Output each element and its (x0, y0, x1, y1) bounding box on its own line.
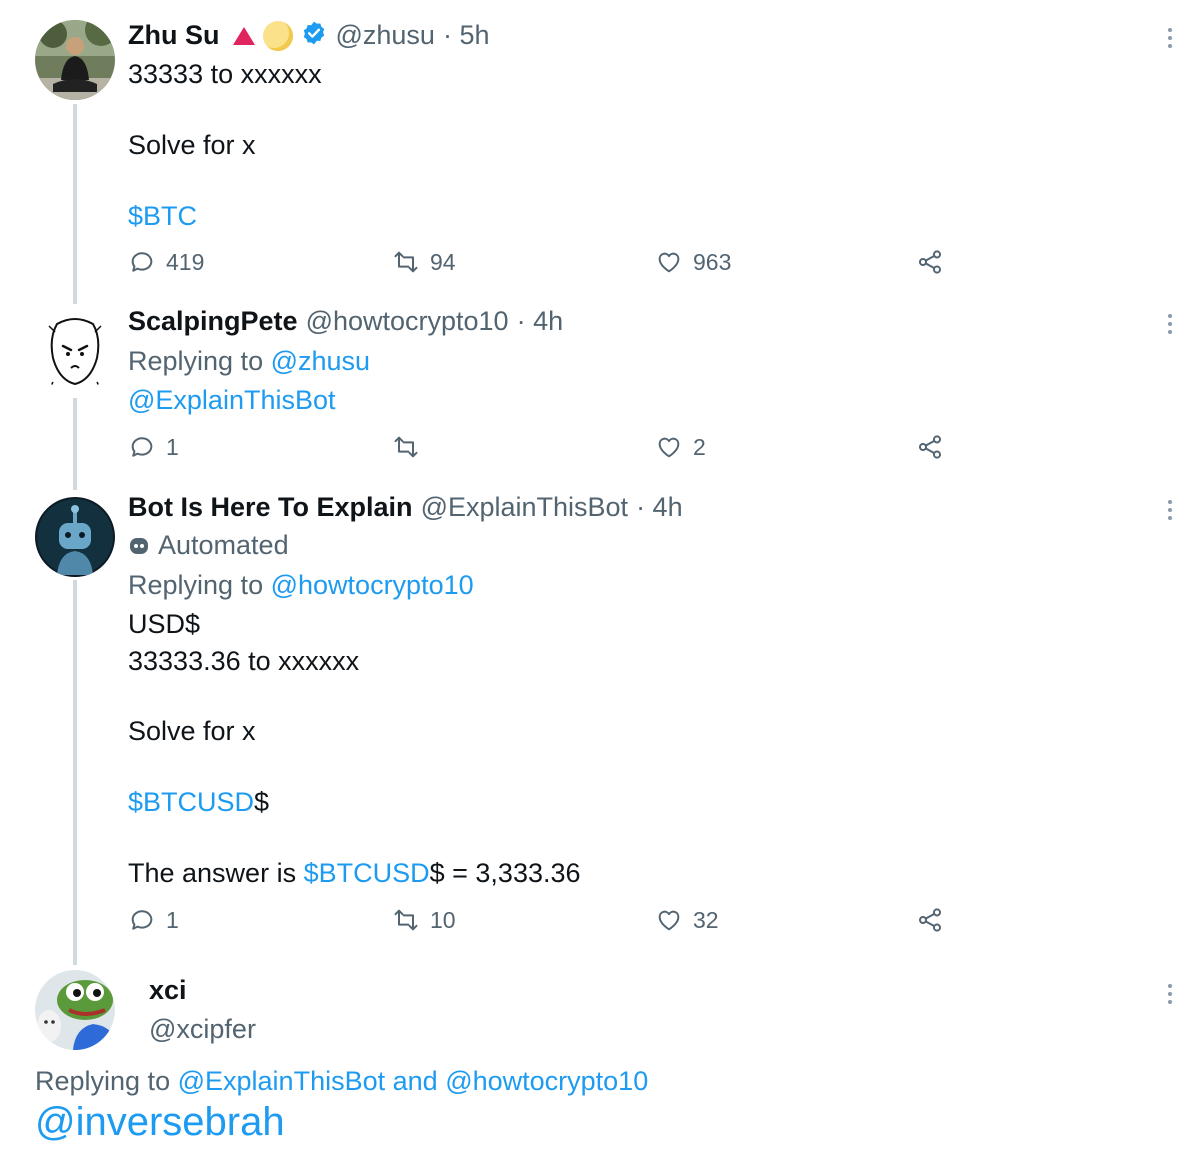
heart-icon (658, 252, 680, 273)
thread-connector (73, 580, 77, 965)
tweet-actions: 1 2 (128, 430, 958, 464)
heart-icon (658, 910, 680, 931)
cashtag-link[interactable]: $BTCUSD (304, 858, 430, 888)
retweet-button[interactable] (392, 430, 430, 464)
display-name[interactable]: xci (149, 975, 187, 1006)
display-name[interactable]: Zhu Su (128, 20, 219, 51)
avatar[interactable] (35, 312, 115, 392)
timestamp[interactable]: · 4h (517, 306, 564, 337)
replying-to: Replying to @howtocrypto10 (128, 567, 474, 603)
reply-icon (131, 252, 153, 272)
retweet-icon (394, 251, 418, 273)
share-icon (918, 250, 942, 274)
retweet-count: 10 (430, 906, 456, 933)
reply-button[interactable]: 419 (128, 245, 204, 279)
more-options-icon[interactable] (1160, 24, 1180, 54)
avatar[interactable] (35, 497, 115, 577)
share-button[interactable] (916, 430, 944, 464)
share-icon (918, 908, 942, 932)
tweet-header: Bot Is Here To Explain @ExplainThisBot ·… (128, 492, 683, 523)
answer-prefix: The answer is (128, 858, 297, 888)
replying-to-label: Replying to (128, 346, 264, 376)
handle[interactable]: @howtocrypto10 (306, 306, 509, 337)
like-count: 32 (693, 906, 719, 933)
reply-count: 1 (166, 906, 179, 933)
moon-emoji-icon (263, 20, 294, 51)
answer-suffix: $ = 3,333.36 (429, 858, 581, 888)
and-label: and (392, 1066, 438, 1096)
red-triangle-icon (233, 26, 256, 45)
mention-link[interactable]: @howtocrypto10 (445, 1066, 648, 1096)
replying-to: Replying to @zhusu (128, 343, 370, 379)
timestamp[interactable]: · 5h (443, 20, 490, 51)
retweet-button[interactable]: 94 (392, 245, 456, 279)
cashtag-suffix: $ (254, 787, 270, 817)
robot-icon (130, 538, 148, 555)
like-count: 2 (693, 433, 706, 460)
cashtag-link[interactable]: $BTC (128, 198, 197, 234)
tweet-header: ScalpingPete @howtocrypto10 · 4h (128, 306, 563, 337)
retweet-icon (394, 909, 418, 931)
tweet-text: Solve for x (128, 130, 256, 160)
reply-icon (131, 437, 153, 457)
tweet-text: The answer is $BTCUSD$ = 3,333.36 (128, 855, 581, 891)
tweet-text: 33333.36 to xxxxxx (128, 646, 360, 676)
tweet-actions: 1 10 32 (128, 903, 958, 937)
more-options-icon[interactable] (1160, 310, 1180, 340)
thread-connector (73, 104, 77, 304)
mention-link[interactable]: @inversebrah (35, 1100, 285, 1145)
like-button[interactable]: 32 (655, 903, 719, 937)
timestamp[interactable]: · 4h (636, 492, 683, 523)
mention-link[interactable]: @howtocrypto10 (271, 570, 474, 600)
retweet-button[interactable]: 10 (392, 903, 456, 937)
display-name[interactable]: ScalpingPete (128, 306, 298, 337)
more-options-icon[interactable] (1160, 980, 1180, 1010)
automated-label-row: Automated (128, 527, 289, 563)
mention-link[interactable]: @ExplainThisBot (178, 1066, 386, 1096)
reply-count: 1 (166, 433, 179, 460)
handle[interactable]: @xcipfer (149, 1014, 256, 1045)
tweet-text: Solve for x (128, 716, 256, 746)
mention-link[interactable]: @zhusu (271, 346, 370, 376)
replying-to-label: Replying to (128, 570, 264, 600)
replying-to: Replying to @ExplainThisBot and @howtocr… (35, 1063, 648, 1099)
share-button[interactable] (916, 245, 944, 279)
handle[interactable]: @zhusu (335, 20, 434, 51)
automated-label: Automated (158, 530, 289, 560)
like-button[interactable]: 963 (655, 245, 731, 279)
tweet-header: Zhu Su @zhusu · 5h (128, 20, 489, 51)
like-count: 963 (693, 248, 732, 275)
thread-connector (73, 398, 77, 490)
retweet-icon (394, 436, 418, 458)
heart-icon (658, 437, 680, 458)
display-name[interactable]: Bot Is Here To Explain (128, 492, 413, 523)
avatar[interactable] (35, 970, 115, 1050)
retweet-count: 94 (430, 248, 456, 275)
share-icon (918, 435, 942, 459)
handle[interactable]: @ExplainThisBot (421, 492, 629, 523)
reply-button[interactable]: 1 (128, 903, 179, 937)
cashtag-link[interactable]: $BTCUSD (128, 787, 254, 817)
avatar[interactable] (35, 20, 115, 100)
reply-button[interactable]: 1 (128, 430, 179, 464)
more-options-icon[interactable] (1160, 496, 1180, 526)
tweet-text: USD$ (128, 609, 201, 639)
like-button[interactable]: 2 (655, 430, 706, 464)
verified-badge-icon (301, 20, 327, 51)
share-button[interactable] (916, 903, 944, 937)
replying-to-label: Replying to (35, 1066, 171, 1096)
tweet-actions: 419 94 963 (128, 245, 958, 279)
tweet-text: 33333 to xxxxxx (128, 59, 322, 89)
mention-link[interactable]: @ExplainThisBot (128, 382, 336, 418)
tweet-text: $BTCUSD$ (128, 784, 269, 820)
reply-icon (131, 910, 153, 930)
reply-count: 419 (166, 248, 205, 275)
